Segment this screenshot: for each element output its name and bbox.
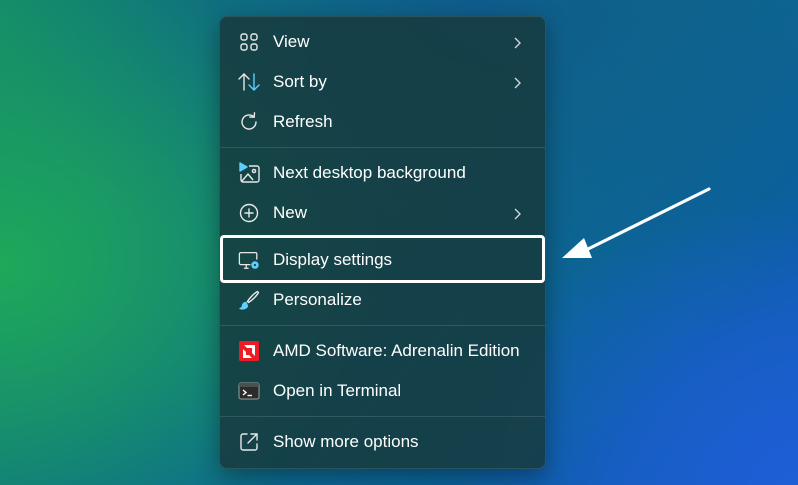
expand-icon [238, 431, 260, 453]
chevron-right-icon [511, 75, 523, 89]
grid-view-icon [238, 31, 260, 53]
menu-item-label: Personalize [273, 290, 362, 309]
menu-item-display-settings[interactable]: Display settings [224, 240, 541, 280]
context-menu: View Sort by Refresh Next desktop backgr… [219, 16, 546, 469]
display-settings-icon [238, 249, 260, 271]
menu-separator [220, 236, 545, 237]
menu-item-label: AMD Software: Adrenalin Edition [273, 341, 520, 360]
amd-logo-icon [238, 340, 260, 362]
menu-item-label: Sort by [273, 72, 327, 91]
menu-item-label: Next desktop background [273, 163, 466, 182]
brush-icon [238, 289, 260, 311]
menu-item-label: Open in Terminal [273, 381, 402, 400]
menu-item-open-in-terminal[interactable]: Open in Terminal [224, 371, 541, 411]
menu-item-label: New [273, 203, 308, 222]
menu-item-refresh[interactable]: Refresh [224, 102, 541, 142]
menu-item-label: View [273, 32, 310, 51]
next-background-icon [238, 162, 260, 184]
sort-arrows-icon [238, 71, 260, 93]
menu-item-next-desktop-background[interactable]: Next desktop background [224, 153, 541, 193]
chevron-right-icon [511, 206, 523, 220]
desktop-background[interactable]: View Sort by Refresh Next desktop backgr… [0, 0, 798, 485]
menu-item-new[interactable]: New [224, 193, 541, 233]
chevron-right-icon [511, 35, 523, 49]
menu-item-personalize[interactable]: Personalize [224, 280, 541, 320]
menu-separator [220, 147, 545, 148]
menu-item-label: Display settings [273, 250, 393, 269]
menu-item-label: Refresh [273, 112, 333, 131]
menu-item-amd-software[interactable]: AMD Software: Adrenalin Edition [224, 331, 541, 371]
menu-item-show-more-options[interactable]: Show more options [224, 422, 541, 462]
menu-item-label: Show more options [273, 432, 419, 451]
menu-item-view[interactable]: View [224, 22, 541, 62]
menu-item-sort-by[interactable]: Sort by [224, 62, 541, 102]
terminal-icon [238, 380, 260, 402]
menu-separator [220, 416, 545, 417]
menu-separator [220, 325, 545, 326]
refresh-icon [238, 111, 260, 133]
plus-circle-icon [238, 202, 260, 224]
